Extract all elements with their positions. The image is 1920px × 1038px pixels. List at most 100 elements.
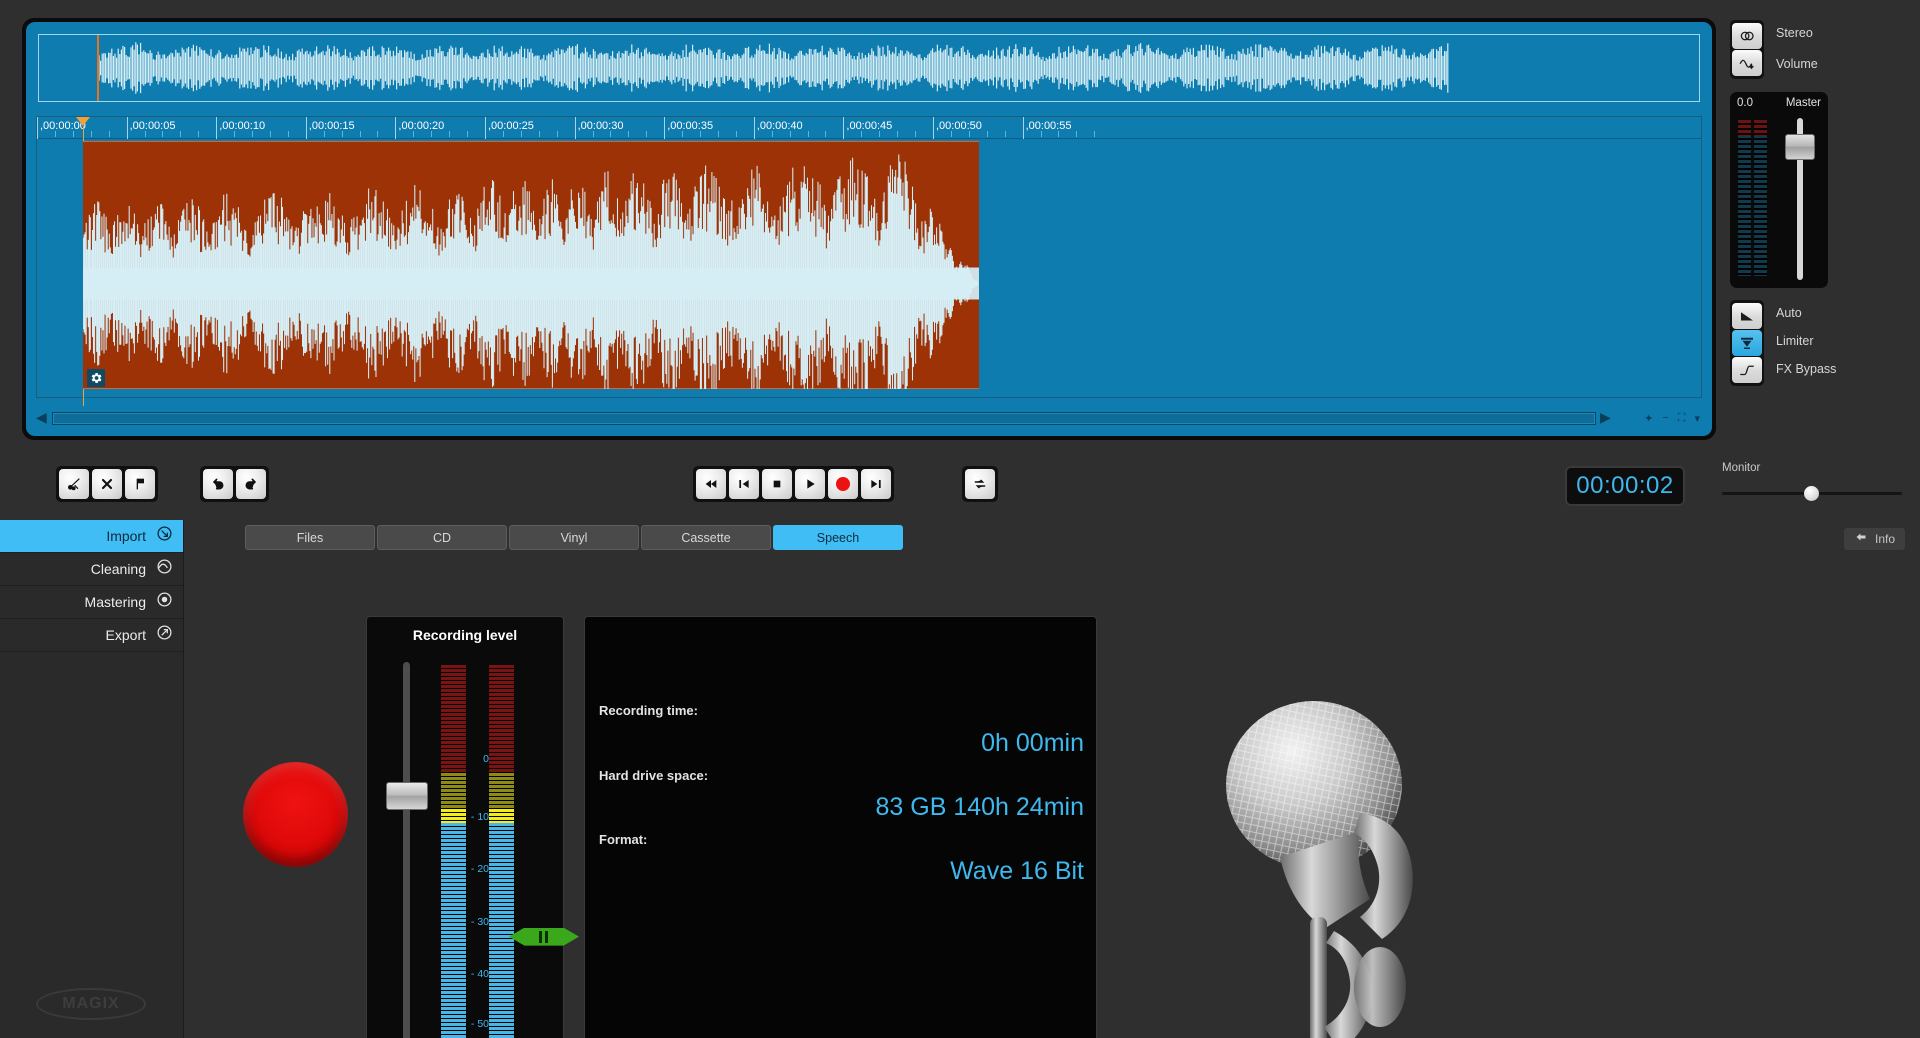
- ruler-minor-tick: [269, 131, 271, 137]
- ruler-minor-tick: [771, 131, 773, 137]
- zoom-fit-icon[interactable]: ✦: [1644, 412, 1653, 425]
- format-value: Wave 16 Bit: [950, 857, 1084, 885]
- scroll-left-icon[interactable]: ◀: [36, 410, 48, 425]
- ruler-minor-tick: [682, 131, 684, 137]
- ruler-minor-tick: [1004, 131, 1006, 137]
- play-button[interactable]: [795, 469, 825, 499]
- ruler-minor-tick: [610, 131, 612, 137]
- sidebar-item-import[interactable]: Import: [0, 520, 183, 553]
- ruler-minor-tick: [502, 131, 504, 137]
- stereo-volume-group: [1730, 20, 1764, 79]
- monitor-slider[interactable]: [1722, 486, 1902, 501]
- ruler-minor-tick: [252, 131, 254, 137]
- scroll-track[interactable]: [52, 411, 1596, 425]
- previous-button[interactable]: [729, 469, 759, 499]
- master-fader-knob[interactable]: [1785, 134, 1815, 160]
- format-label: Format:: [599, 832, 648, 847]
- overview-waveform[interactable]: [38, 34, 1700, 102]
- info-button[interactable]: Info: [1843, 528, 1905, 550]
- recording-info-card: Recording time: 0h 00min Hard drive spac…: [584, 616, 1097, 1038]
- stereo-button[interactable]: [1732, 23, 1762, 49]
- next-button[interactable]: [861, 469, 891, 499]
- time-ruler[interactable]: ,00:00:00,00:00:05,00:00:10,00:00:15,00:…: [37, 117, 1701, 139]
- tab-cassette[interactable]: Cassette: [641, 525, 771, 550]
- scroll-right-icon[interactable]: ▶: [1600, 410, 1612, 425]
- undo-button[interactable]: [203, 469, 233, 499]
- audio-clip[interactable]: [83, 141, 979, 389]
- volume-button[interactable]: [1732, 50, 1762, 76]
- ruler-minor-tick: [1040, 131, 1042, 137]
- ruler-label: ,00:00:40: [756, 120, 803, 132]
- ruler-minor-tick: [90, 131, 92, 137]
- fx-bypass-button[interactable]: [1732, 357, 1762, 383]
- ruler-label: ,00:00:20: [398, 120, 445, 132]
- rewind-to-start-button[interactable]: [696, 469, 726, 499]
- sidebar-item-label: Mastering: [84, 594, 146, 610]
- ruler-label: ,00:00:05: [129, 120, 176, 132]
- ruler-minor-tick: [287, 131, 289, 137]
- master-meter-left: [1738, 120, 1751, 276]
- zoom-reset-icon[interactable]: ⛶: [1678, 412, 1686, 425]
- loop-group: [962, 466, 998, 502]
- stop-button[interactable]: [762, 469, 792, 499]
- sidebar-item-cleaning[interactable]: Cleaning: [0, 553, 183, 586]
- limiter-button[interactable]: [1732, 330, 1762, 356]
- import-arrow-icon: [156, 525, 173, 547]
- ruler-minor-tick: [789, 131, 791, 137]
- ruler-minor-tick: [897, 131, 899, 137]
- sidebar-item-export[interactable]: Export: [0, 619, 183, 652]
- zoom-controls[interactable]: ✦ − ⛶ ▾: [1644, 410, 1700, 426]
- horizontal-scrollbar[interactable]: ◀ ▶: [36, 410, 1612, 426]
- monitor-label: Monitor: [1722, 462, 1761, 474]
- ruler-minor-tick: [879, 131, 881, 137]
- input-gain-fader[interactable]: [386, 662, 428, 1038]
- ruler-minor-tick: [950, 131, 952, 137]
- cut-button[interactable]: [59, 469, 89, 499]
- master-label: Master: [1785, 97, 1821, 109]
- ruler-minor-tick: [1094, 131, 1096, 137]
- ruler-minor-tick: [180, 131, 182, 137]
- recording-time-value: 0h 00min: [981, 729, 1084, 757]
- content-area: Files CD Vinyl Cassette Speech Info Reco…: [184, 520, 1920, 1038]
- tab-label: Speech: [816, 530, 860, 545]
- tab-files[interactable]: Files: [245, 525, 375, 550]
- auto-button[interactable]: [1732, 303, 1762, 329]
- recording-time-label: Recording time:: [599, 703, 698, 718]
- record-button[interactable]: [828, 469, 858, 499]
- scroll-thumb[interactable]: [53, 412, 1595, 424]
- timeline-frame: ,00:00:00,00:00:05,00:00:10,00:00:15,00:…: [36, 116, 1702, 406]
- tab-speech[interactable]: Speech: [773, 525, 903, 550]
- tab-vinyl[interactable]: Vinyl: [509, 525, 639, 550]
- marker-button[interactable]: [125, 469, 155, 499]
- input-gain-track: [403, 662, 410, 1038]
- timecode-value: 00:00:02: [1576, 472, 1674, 499]
- redo-button[interactable]: [236, 469, 266, 499]
- ruler-label: ,00:00:15: [308, 120, 355, 132]
- zoom-menu-icon[interactable]: ▾: [1694, 412, 1700, 425]
- ruler-minor-tick: [538, 131, 540, 137]
- input-gain-knob[interactable]: [386, 782, 428, 810]
- sidebar-item-label: Import: [106, 528, 146, 544]
- tab-cd[interactable]: CD: [377, 525, 507, 550]
- ruler-minor-tick: [646, 131, 648, 137]
- delete-button[interactable]: [92, 469, 122, 499]
- volume-label: Volume: [1776, 57, 1818, 71]
- zoom-out-icon[interactable]: −: [1662, 412, 1668, 424]
- ruler-minor-tick: [556, 131, 558, 137]
- ruler-label: ,00:00:10: [219, 120, 266, 132]
- source-tabbar: Files CD Vinyl Cassette Speech Info: [184, 520, 1920, 560]
- gear-icon[interactable]: [87, 369, 105, 387]
- auto-limiter-fx-group: [1730, 300, 1764, 386]
- sidebar-item-mastering[interactable]: Mastering: [0, 586, 183, 619]
- application-window: ,00:00:00,00:00:05,00:00:10,00:00:15,00:…: [0, 0, 1920, 1038]
- big-record-button[interactable]: [243, 762, 348, 867]
- ruler-minor-tick: [915, 131, 917, 137]
- loop-button[interactable]: [965, 469, 995, 499]
- scale-label-40: - 40: [470, 967, 489, 980]
- master-fader[interactable]: [1785, 118, 1815, 280]
- playhead-marker[interactable]: [76, 117, 90, 126]
- ruler-label: ,00:00:30: [577, 120, 624, 132]
- level-target-marker[interactable]: [509, 927, 579, 946]
- monitor-control: Monitor: [1722, 462, 1902, 501]
- monitor-slider-knob[interactable]: [1804, 486, 1819, 501]
